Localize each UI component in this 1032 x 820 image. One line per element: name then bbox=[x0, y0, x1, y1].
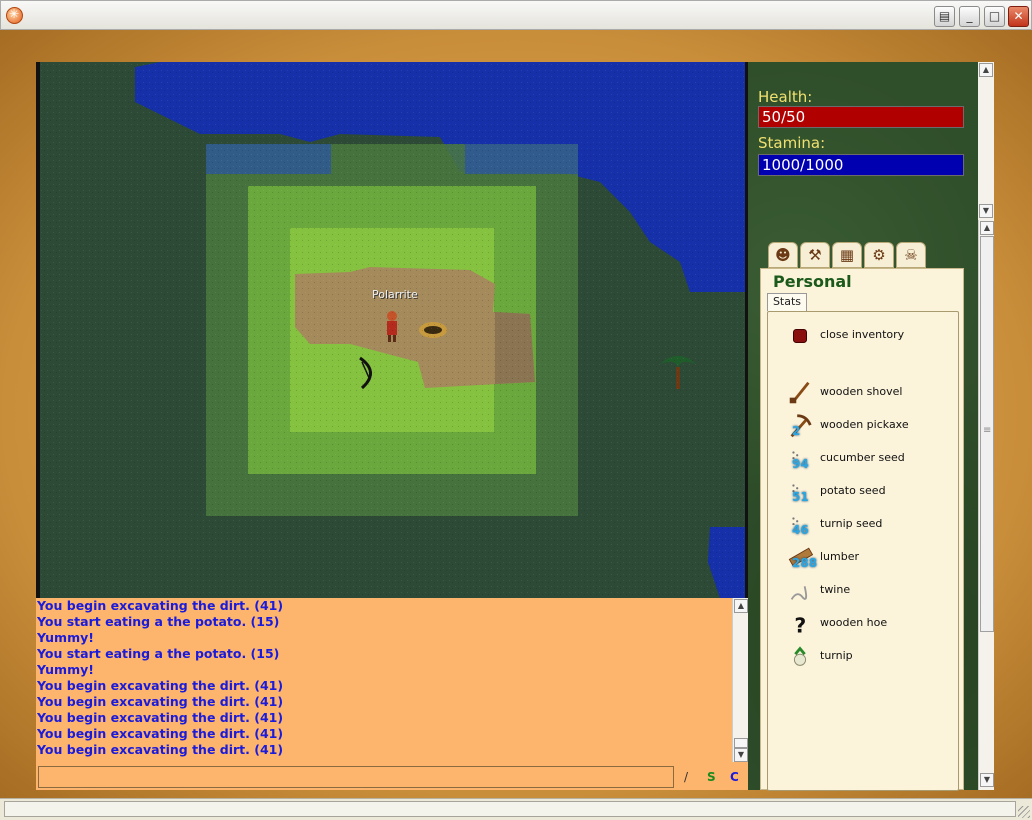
inventory-item[interactable]: 2 wooden pickaxe bbox=[768, 412, 958, 442]
chat-line: You begin excavating the dirt. (41) bbox=[37, 742, 284, 757]
chat-input[interactable] bbox=[38, 766, 674, 788]
chat-line: You begin excavating the dirt. (41) bbox=[37, 598, 284, 613]
minimize-icon[interactable]: _ bbox=[959, 6, 980, 27]
item-quantity: 46 bbox=[792, 523, 809, 537]
scroll-down-icon[interactable]: ▼ bbox=[980, 773, 994, 787]
status-text bbox=[4, 801, 1016, 817]
scroll-up-icon[interactable]: ▲ bbox=[980, 221, 994, 235]
item-quantity: 288 bbox=[792, 556, 818, 570]
item-label: potato seed bbox=[820, 484, 886, 497]
stamina-label: Stamina: bbox=[758, 134, 826, 152]
tools-icon[interactable]: ⚒ bbox=[800, 242, 830, 268]
resize-grip[interactable] bbox=[1018, 806, 1030, 818]
inventory-item[interactable]: wooden shovel bbox=[768, 379, 958, 409]
stamina-bar: 1000/1000 bbox=[758, 154, 964, 176]
chat-line: You start eating a the potato. (15) bbox=[37, 646, 280, 661]
close-inventory-icon bbox=[786, 322, 814, 350]
item-label: twine bbox=[820, 583, 851, 596]
scroll-thumb[interactable] bbox=[734, 738, 748, 748]
chat-line: You begin excavating the dirt. (41) bbox=[37, 726, 284, 741]
crafting-icon[interactable]: ⚙ bbox=[864, 242, 894, 268]
chat-line: You start eating a the potato. (15) bbox=[37, 614, 280, 629]
clan-channel-button[interactable]: C bbox=[730, 770, 739, 784]
maximize-icon[interactable]: □ bbox=[984, 6, 1005, 27]
app-icon[interactable] bbox=[6, 7, 23, 24]
inventory-item[interactable]: 288 lumber bbox=[768, 544, 958, 574]
panel-title: Personal bbox=[773, 272, 852, 291]
player-name-label: Polarrite bbox=[372, 288, 418, 301]
item-quantity: 2 bbox=[792, 424, 801, 438]
inventory-item[interactable]: 51 potato seed bbox=[768, 478, 958, 508]
chat-line: You begin excavating the dirt. (41) bbox=[37, 694, 284, 709]
item-quantity: 94 bbox=[792, 457, 809, 471]
game-map[interactable]: Polarrite bbox=[36, 62, 748, 598]
personal-icon[interactable]: ☻ bbox=[768, 242, 798, 268]
map-icon[interactable]: ▦ bbox=[832, 242, 862, 268]
inventory-item[interactable]: turnip bbox=[768, 643, 958, 673]
building-icon[interactable]: ☠ bbox=[896, 242, 926, 268]
item-label: close inventory bbox=[820, 328, 905, 341]
inventory-item[interactable]: 46 turnip seed bbox=[768, 511, 958, 541]
chat-line: Yummy! bbox=[37, 630, 94, 645]
scroll-up-icon[interactable]: ▲ bbox=[979, 63, 993, 77]
item-label: wooden pickaxe bbox=[820, 418, 909, 431]
status-bar bbox=[0, 798, 1032, 820]
title-bar: ▤ _ □ ✕ bbox=[0, 0, 1032, 30]
say-channel-button[interactable]: S bbox=[707, 770, 716, 784]
svg-text:?: ? bbox=[794, 613, 806, 637]
slash-command-button[interactable]: / bbox=[684, 770, 688, 784]
item-label: wooden hoe bbox=[820, 616, 888, 629]
shovel-icon bbox=[786, 379, 814, 407]
item-label: wooden shovel bbox=[820, 385, 903, 398]
inventory-panel: Personal Stats close inventory wooden sho… bbox=[760, 268, 964, 791]
item-label: cucumber seed bbox=[820, 451, 905, 464]
inventory-list: close inventory wooden shovel 2 wooden pick… bbox=[767, 311, 959, 791]
chat-input-row: / S C bbox=[36, 762, 748, 790]
item-label: lumber bbox=[820, 550, 860, 563]
item-quantity: 51 bbox=[792, 490, 809, 504]
chat-line: You begin excavating the dirt. (41) bbox=[37, 678, 284, 693]
item-label: turnip bbox=[820, 649, 853, 662]
health-bar: 50/50 bbox=[758, 106, 964, 128]
stats-scrollbar[interactable]: ▲ ▼ bbox=[978, 62, 994, 220]
chat-log: You begin excavating the dirt. (41) You s… bbox=[36, 598, 732, 762]
tab-stats[interactable]: Stats bbox=[767, 293, 807, 311]
inventory-scrollbar[interactable]: ▲ ▼ bbox=[978, 220, 994, 790]
restore-icon[interactable]: ▤ bbox=[934, 6, 955, 27]
inventory-item[interactable]: twine bbox=[768, 577, 958, 607]
unknown-item-icon: ? bbox=[786, 610, 814, 638]
close-inventory-button[interactable]: close inventory bbox=[768, 322, 958, 352]
close-icon[interactable]: ✕ bbox=[1008, 6, 1029, 27]
scroll-down-icon[interactable]: ▼ bbox=[734, 748, 748, 762]
item-label: turnip seed bbox=[820, 517, 883, 530]
chat-scrollbar[interactable]: ▲ ▼ bbox=[732, 598, 748, 762]
chat-line: You begin excavating the dirt. (41) bbox=[37, 710, 284, 725]
scroll-up-icon[interactable]: ▲ bbox=[734, 599, 748, 613]
health-label: Health: bbox=[758, 88, 813, 106]
scroll-thumb[interactable] bbox=[980, 236, 994, 632]
scroll-down-icon[interactable]: ▼ bbox=[979, 204, 993, 218]
chat-line: Yummy! bbox=[37, 662, 94, 677]
inventory-item[interactable]: 94 cucumber seed bbox=[768, 445, 958, 475]
map-canvas[interactable] bbox=[40, 62, 745, 598]
twine-icon bbox=[786, 577, 814, 605]
inventory-item[interactable]: ? wooden hoe bbox=[768, 610, 958, 640]
turnip-icon bbox=[786, 643, 814, 671]
